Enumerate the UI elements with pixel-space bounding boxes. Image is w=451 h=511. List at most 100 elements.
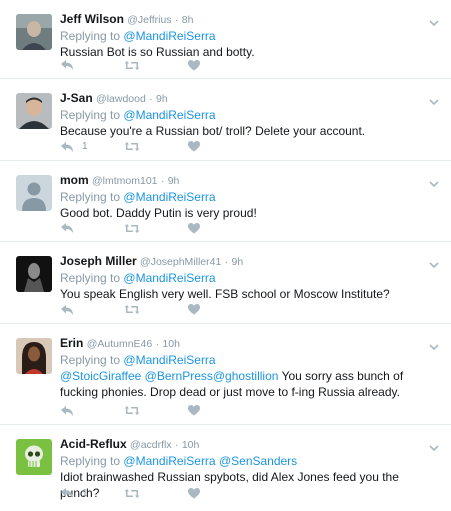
display-name[interactable]: mom xyxy=(60,173,89,187)
tweet-actions xyxy=(60,221,252,235)
tweet[interactable]: Acid-Reflux @acdrflx · 10h Replying to @… xyxy=(0,425,451,507)
like-icon xyxy=(188,222,200,234)
tweet-header: J-San @lawdood · 9h xyxy=(60,90,421,107)
tweet[interactable]: Jeff Wilson @Jeffrius · 8h Replying to @… xyxy=(0,0,451,79)
display-name[interactable]: Jeff Wilson xyxy=(60,12,124,26)
reply-button[interactable] xyxy=(60,222,124,234)
retweet-button[interactable] xyxy=(124,141,188,152)
like-button[interactable] xyxy=(188,405,252,416)
replying-label: Replying to xyxy=(60,453,121,468)
handle[interactable]: @lawdood xyxy=(96,93,146,105)
retweet-icon xyxy=(124,304,140,315)
retweet-icon xyxy=(124,141,140,152)
mention[interactable]: @BernPress xyxy=(145,369,213,383)
caret-down-icon[interactable] xyxy=(429,175,439,193)
replying-label: Replying to xyxy=(60,189,121,204)
timestamp[interactable]: 9h xyxy=(232,256,244,268)
retweet-button[interactable] xyxy=(124,60,188,71)
like-icon xyxy=(188,487,200,499)
display-name[interactable]: Joseph Miller xyxy=(60,254,137,268)
retweet-button[interactable] xyxy=(124,223,188,234)
caret-down-icon[interactable] xyxy=(429,93,439,111)
avatar[interactable] xyxy=(16,174,52,211)
like-button[interactable] xyxy=(188,59,252,71)
caret-down-icon[interactable] xyxy=(429,338,439,356)
reply-mention[interactable]: @SenSanders xyxy=(219,454,297,468)
like-button[interactable] xyxy=(188,141,252,152)
timestamp[interactable]: 10h xyxy=(182,439,200,451)
avatar[interactable] xyxy=(16,438,52,475)
separator: · xyxy=(174,14,179,26)
replying-label: Replying to xyxy=(60,29,121,43)
handle[interactable]: @AutumnE46 xyxy=(87,338,153,350)
avatar[interactable] xyxy=(16,93,52,129)
reply-count: 1 xyxy=(82,141,88,152)
retweet-icon xyxy=(124,488,140,499)
reply-icon xyxy=(60,304,74,316)
retweet-button[interactable] xyxy=(124,405,188,416)
tweet-header: Acid-Reflux @acdrflx · 10h xyxy=(60,436,421,453)
like-button[interactable] xyxy=(188,222,252,234)
separator: · xyxy=(224,256,229,268)
reply-icon xyxy=(60,141,74,153)
handle[interactable]: @acdrflx xyxy=(130,439,172,451)
tweet-text: You speak English very well. FSB school … xyxy=(60,287,390,301)
tweet[interactable]: Erin @AutumnE46 · 10h Replying to @Mandi… xyxy=(0,324,451,425)
handle[interactable]: @lmtmom101 xyxy=(92,175,158,187)
reply-button[interactable] xyxy=(60,59,124,71)
mention[interactable]: @StoicGiraffee xyxy=(60,369,141,383)
like-button[interactable] xyxy=(188,304,252,315)
mention[interactable]: @ghostillion xyxy=(213,369,279,383)
reply-mention[interactable]: @MandiReiSerra xyxy=(123,29,215,43)
retweet-button[interactable] xyxy=(124,488,188,499)
caret-down-icon[interactable] xyxy=(429,439,439,457)
reply-button[interactable] xyxy=(60,304,124,316)
reply-mention[interactable]: @MandiReiSerra xyxy=(123,108,215,122)
replying-to: Replying to @MandiReiSerra xyxy=(60,189,421,205)
separator: · xyxy=(160,174,165,187)
avatar[interactable] xyxy=(16,256,52,292)
tweet-text: Good bot. Daddy Putin is very proud! xyxy=(60,205,257,220)
reply-button[interactable]: 1 xyxy=(60,487,124,499)
tweet-text: Because you're a Russian bot/ troll? Del… xyxy=(60,124,366,138)
like-icon xyxy=(188,59,200,71)
tweet-actions: 1 xyxy=(60,486,252,500)
tweet-header: mom @lmtmom101 · 9h xyxy=(60,172,421,189)
tweet-actions xyxy=(60,303,252,317)
replying-label: Replying to xyxy=(60,108,121,122)
reply-icon xyxy=(60,222,74,234)
tweet-actions: 1 xyxy=(60,140,252,154)
like-button[interactable] xyxy=(188,487,252,499)
separator: · xyxy=(149,93,153,105)
separator: · xyxy=(155,337,160,350)
timestamp[interactable]: 10h xyxy=(162,338,180,350)
reply-mention[interactable]: @MandiReiSerra xyxy=(123,454,215,468)
avatar[interactable] xyxy=(16,14,52,50)
replying-to: Replying to @MandiReiSerra @SenSanders xyxy=(60,453,421,469)
separator: · xyxy=(174,438,179,451)
timestamp[interactable]: 9h xyxy=(156,93,168,105)
timestamp[interactable]: 8h xyxy=(182,14,194,26)
display-name[interactable]: Acid-Reflux xyxy=(60,437,127,451)
replying-to: Replying to @MandiReiSerra xyxy=(60,107,421,123)
reply-mention[interactable]: @MandiReiSerra xyxy=(123,353,215,367)
reply-mention[interactable]: @MandiReiSerra xyxy=(123,190,215,204)
handle[interactable]: @JosephMiller41 xyxy=(140,256,221,268)
retweet-button[interactable] xyxy=(124,304,188,315)
caret-down-icon[interactable] xyxy=(429,14,439,32)
reply-mention[interactable]: @MandiReiSerra xyxy=(123,271,215,285)
caret-down-icon[interactable] xyxy=(429,256,439,274)
tweet[interactable]: J-San @lawdood · 9h Replying to @MandiRe… xyxy=(0,79,451,161)
avatar[interactable] xyxy=(16,337,52,374)
tweet-header: Joseph Miller @JosephMiller41 · 9h xyxy=(60,253,421,270)
handle[interactable]: @Jeffrius xyxy=(127,14,171,26)
display-name[interactable]: J-San xyxy=(60,91,93,105)
reply-button[interactable] xyxy=(60,405,124,417)
timestamp[interactable]: 9h xyxy=(168,175,180,187)
tweet[interactable]: mom @lmtmom101 · 9h Replying to @MandiRe… xyxy=(0,161,451,242)
display-name[interactable]: Erin xyxy=(60,336,83,350)
tweet-header: Jeff Wilson @Jeffrius · 8h xyxy=(60,11,421,28)
reply-button[interactable]: 1 xyxy=(60,141,124,153)
tweet[interactable]: Joseph Miller @JosephMiller41 · 9h Reply… xyxy=(0,242,451,324)
reply-icon xyxy=(60,59,74,71)
